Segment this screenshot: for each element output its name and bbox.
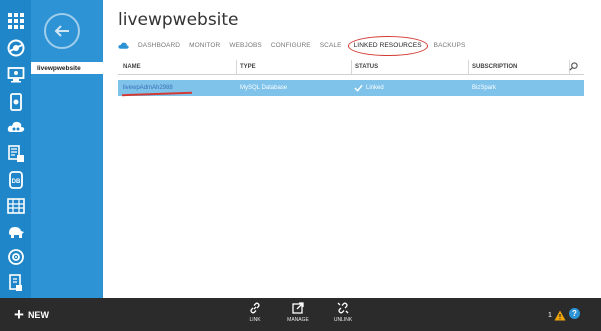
row-status: Linked [366,85,384,91]
tab-bar: DASHBOARD MONITOR WEBJOBS CONFIGURE SCAL… [118,36,474,56]
new-button-label: NEW [27,310,49,320]
link-button[interactable]: LINK [240,302,270,323]
tab-dashboard[interactable]: DASHBOARD [138,42,180,49]
sidebar-item-selected[interactable]: livewpwebsite [31,62,103,74]
notifications-button[interactable]: 1 [548,310,566,321]
cloud-services-icon[interactable] [0,114,31,140]
linked-resources-table: NAME TYPE STATUS SUBSCRIPTION livewpAdmA… [118,60,584,96]
link-icon [250,302,260,314]
table-header: NAME TYPE STATUS SUBSCRIPTION [118,60,584,75]
svg-text:DB: DB [11,179,20,185]
annotation-circle [347,36,428,56]
link-button-label: LINK [249,317,261,323]
command-bar: + NEW LINK MANAGE UNLINK 1 ? [0,298,601,331]
tab-configure[interactable]: CONFIGURE [271,42,311,49]
column-header-status[interactable]: STATUS [355,64,378,70]
cloud-upload-icon[interactable] [118,41,129,50]
manage-icon [292,302,304,314]
plus-icon: + [14,305,24,324]
batch-icon[interactable] [0,141,31,167]
warning-icon [554,310,566,321]
sidebar: livewpwebsite [31,0,103,298]
help-button[interactable]: ? [569,308,580,319]
row-subscription: BizSpark [472,85,497,91]
main-content: livewpwebsite DASHBOARD MONITOR WEBJOBS … [103,0,601,298]
media-services-icon[interactable] [0,244,31,270]
virtual-machines-icon[interactable] [0,62,31,88]
column-divider [351,60,352,74]
row-name[interactable]: livewpAdmAh2988 [123,85,173,91]
unlink-button[interactable]: UNLINK [328,302,358,323]
column-divider [468,60,469,74]
alert-count: 1 [548,312,552,319]
row-type: MySQL Database [240,85,288,91]
tab-scale[interactable]: SCALE [320,42,342,49]
unlink-button-label: UNLINK [333,317,353,323]
column-divider [236,60,237,74]
tab-webjobs[interactable]: WEBJOBS [229,42,261,49]
manage-button-label: MANAGE [287,317,309,323]
tab-linked-resources[interactable]: LINKED RESOURCES [347,36,428,56]
search-icon[interactable] [569,62,578,71]
sql-databases-icon[interactable]: DB [0,167,31,193]
column-header-type[interactable]: TYPE [240,64,256,70]
hdinsight-icon[interactable] [0,219,31,245]
annotation-underline [121,91,193,96]
service-bus-icon[interactable] [0,270,31,296]
table-row[interactable]: livewpAdmAh2988 MySQL Database Linked Bi… [118,80,584,96]
storage-icon[interactable] [0,193,31,219]
back-button[interactable] [44,13,80,49]
checkmark-icon [354,84,363,92]
tab-backups[interactable]: BACKUPS [434,42,466,49]
column-header-subscription[interactable]: SUBSCRIPTION [472,64,517,70]
column-header-name[interactable]: NAME [123,64,141,70]
page-title: livewpwebsite [118,10,239,30]
new-button[interactable]: + NEW [14,305,49,324]
unlink-icon [337,302,349,314]
icon-rail: DB [0,0,31,298]
web-sites-icon[interactable] [0,35,31,61]
mobile-services-icon[interactable] [0,89,31,115]
tab-monitor[interactable]: MONITOR [189,42,220,49]
arrow-left-icon [54,25,69,37]
all-items-icon[interactable] [0,8,31,34]
manage-button[interactable]: MANAGE [283,302,313,323]
